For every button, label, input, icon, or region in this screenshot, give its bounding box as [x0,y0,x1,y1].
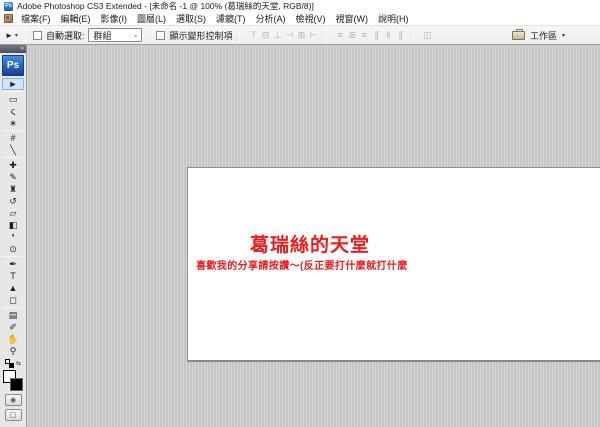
tool-button-crop[interactable]: # [2,132,24,144]
toolbox-collapse-button[interactable]: » [0,45,26,53]
options-icon-align-right-edges[interactable]: ⊢ [307,30,319,41]
options-icon-align-left-edges[interactable]: ⊣ [283,30,295,41]
default-colors-icon[interactable] [4,359,14,368]
tool-button-zoom[interactable]: ⚲ [2,345,24,357]
toolbox-tools: ► ▭ ς ∗ # ╲ ✚ ✎ ♜ ↺ ▱ ◧ ❛ ⊙ ✒ T ▲ ◻ ▤ ✐ ✋ ⚲ [2,78,24,357]
options-icon-align-horizontal-centers[interactable]: ⊞ [295,30,307,41]
divider [24,28,26,42]
auto-select-value: 群組 [93,30,112,41]
tool-button-shape[interactable]: ◻ [2,294,24,306]
menu-item-view[interactable]: 檢視(V) [291,12,331,25]
options-icon-distribute-right-edges[interactable]: ∥ [394,30,406,41]
tool-button-notes[interactable]: ▤ [2,309,24,321]
options-icon-align-vertical-centers[interactable]: ⊟ [259,30,271,41]
tool-button-dodge[interactable]: ⊙ [2,243,24,255]
tool-group-divider [3,256,23,257]
canvas-subtitle-text: 喜歡我的分享請按讚～(反正要打什麼就打什麼 [196,261,408,272]
tool-group-divider [3,307,23,308]
menu-item-help[interactable]: 說明(H) [373,12,414,25]
auto-select-checkbox[interactable] [32,30,42,40]
tool-group-divider [3,157,23,158]
options-icon-distribute-top-edges[interactable]: ≡ [334,30,346,40]
tool-preset-picker[interactable]: ► ▾ [5,31,18,40]
tool-button-brush[interactable]: ✎ [2,171,24,183]
move-tool-icon: ► [5,30,13,40]
tool-button-pen[interactable]: ✒ [2,258,24,270]
ps-logo[interactable]: Ps [2,55,24,76]
divider [326,28,328,42]
divider [413,28,415,42]
quick-mask-button[interactable]: ◉ [4,394,22,406]
workspace-button[interactable]: 工作區 ▾ [511,28,565,42]
tool-group-divider [3,130,23,131]
menu-item-filter[interactable]: 濾鏡(T) [211,12,251,25]
menu-item-edit[interactable]: 編輯(E) [56,12,96,25]
color-swatches [3,370,23,391]
menubar-items: 檔案(F) 編輯(E) 影像(I) 圖層(L) 選取(S) 濾鏡(T) 分析(A) 檢視(V)… [16,12,414,25]
document-icon[interactable] [4,14,13,23]
align-icon-group: ⊤ ⊟ ⊥ ⊣ ⊞ ⊢ [247,30,319,41]
menu-item-window[interactable]: 視窗(W) [331,12,374,25]
show-transform-label: 顯示變形控制項 [169,30,233,41]
divider [239,28,241,42]
menubar: 檔案(F) 編輯(E) 影像(I) 圖層(L) 選取(S) 濾鏡(T) 分析(A) 檢視(V)… [0,12,600,25]
titlebar: Ps Adobe Photoshop CS3 Extended - [未命名 -… [0,0,600,12]
options-icon-distribute-bottom-edges[interactable]: ≡ [358,30,370,40]
options-icon-distribute-vertical-centers[interactable]: ≣ [346,30,358,41]
background-color-swatch[interactable] [10,378,23,391]
switch-colors-icon[interactable]: ⇆ [16,360,21,367]
tool-button-clone-stamp[interactable]: ♜ [2,183,24,195]
chevron-down-icon: ⌄ [132,32,139,39]
screen-mode-button[interactable]: ▢ [4,409,22,421]
options-icon-align-bottom-edges[interactable]: ⊥ [271,30,283,41]
work-area: 葛瑞絲的天堂 喜歡我的分享請按讚～(反正要打什麼就打什麼 [27,45,600,427]
options-icon-distribute-left-edges[interactable]: ∥ [370,30,382,41]
menu-item-layer[interactable]: 圖層(L) [132,12,171,25]
tool-button-blur[interactable]: ❛ [2,231,24,243]
photoshop-app-icon[interactable]: Ps [4,1,13,11]
tool-button-spot-healing-brush[interactable]: ✚ [2,159,24,171]
tool-button-lasso[interactable]: ς [2,105,24,117]
toolbox: » Ps ► ▭ ς ∗ # ╲ ✚ ✎ ♜ ↺ ▱ ◧ ❛ ⊙ ✒ T ▲ ◻ ▤ ✐ ✋ ⚲ ⇆ ◉ ▢ [0,45,27,427]
tool-button-rectangular-marquee[interactable]: ▭ [2,93,24,105]
menu-item-analysis[interactable]: 分析(A) [251,12,291,25]
menu-item-image[interactable]: 影像(I) [96,12,133,25]
photoshop-window: Ps Adobe Photoshop CS3 Extended - [未命名 -… [0,0,600,427]
tool-button-slice[interactable]: ╲ [2,144,24,156]
auto-select-label: 自動選取: [45,30,85,41]
tool-button-magic-wand[interactable]: ∗ [2,117,24,129]
show-transform-checkbox[interactable] [156,30,166,40]
options-bar: ► ▾ 自動選取: 群組 ⌄ 顯示變形控制項 ⊤ ⊟ ⊥ ⊣ ⊞ ⊢ ≡ ≣ ≡ ∥ ‖ ∥ ◫ 工… [0,25,600,45]
tool-button-eyedropper[interactable]: ✐ [2,321,24,333]
tool-button-hand[interactable]: ✋ [2,333,24,345]
tool-button-move[interactable]: ► [2,78,24,90]
distribute-icon-group: ≡ ≣ ≡ ∥ ‖ ∥ [334,30,406,41]
canvas-title-text: 葛瑞絲的天堂 [250,235,371,256]
auto-select-dropdown[interactable]: 群組 ⌄ [88,28,143,42]
options-icon-distribute-horizontal-centers[interactable]: ‖ [382,30,394,40]
menu-item-select[interactable]: 選取(S) [171,12,211,25]
tool-button-eraser[interactable]: ▱ [2,207,24,219]
tool-button-gradient[interactable]: ◧ [2,219,24,231]
chevron-down-icon: ▾ [14,32,18,39]
auto-align-layers-icon[interactable]: ◫ [421,30,433,41]
chevron-down-icon: ▾ [561,32,565,39]
workspace-icon [511,28,525,40]
menu-item-file[interactable]: 檔案(F) [16,12,56,25]
window-title: Adobe Photoshop CS3 Extended - [未命名 -1 @… [17,1,314,11]
workspace-label: 工作區 [529,30,557,41]
tool-group-divider [3,91,23,92]
tool-button-history-brush[interactable]: ↺ [2,195,24,207]
tool-button-type[interactable]: T [2,270,24,282]
options-icon-align-top-edges[interactable]: ⊤ [247,30,259,41]
tool-button-path-selection[interactable]: ▲ [2,282,24,294]
document-canvas[interactable]: 葛瑞絲的天堂 喜歡我的分享請按讚～(反正要打什麼就打什麼 [187,167,600,362]
